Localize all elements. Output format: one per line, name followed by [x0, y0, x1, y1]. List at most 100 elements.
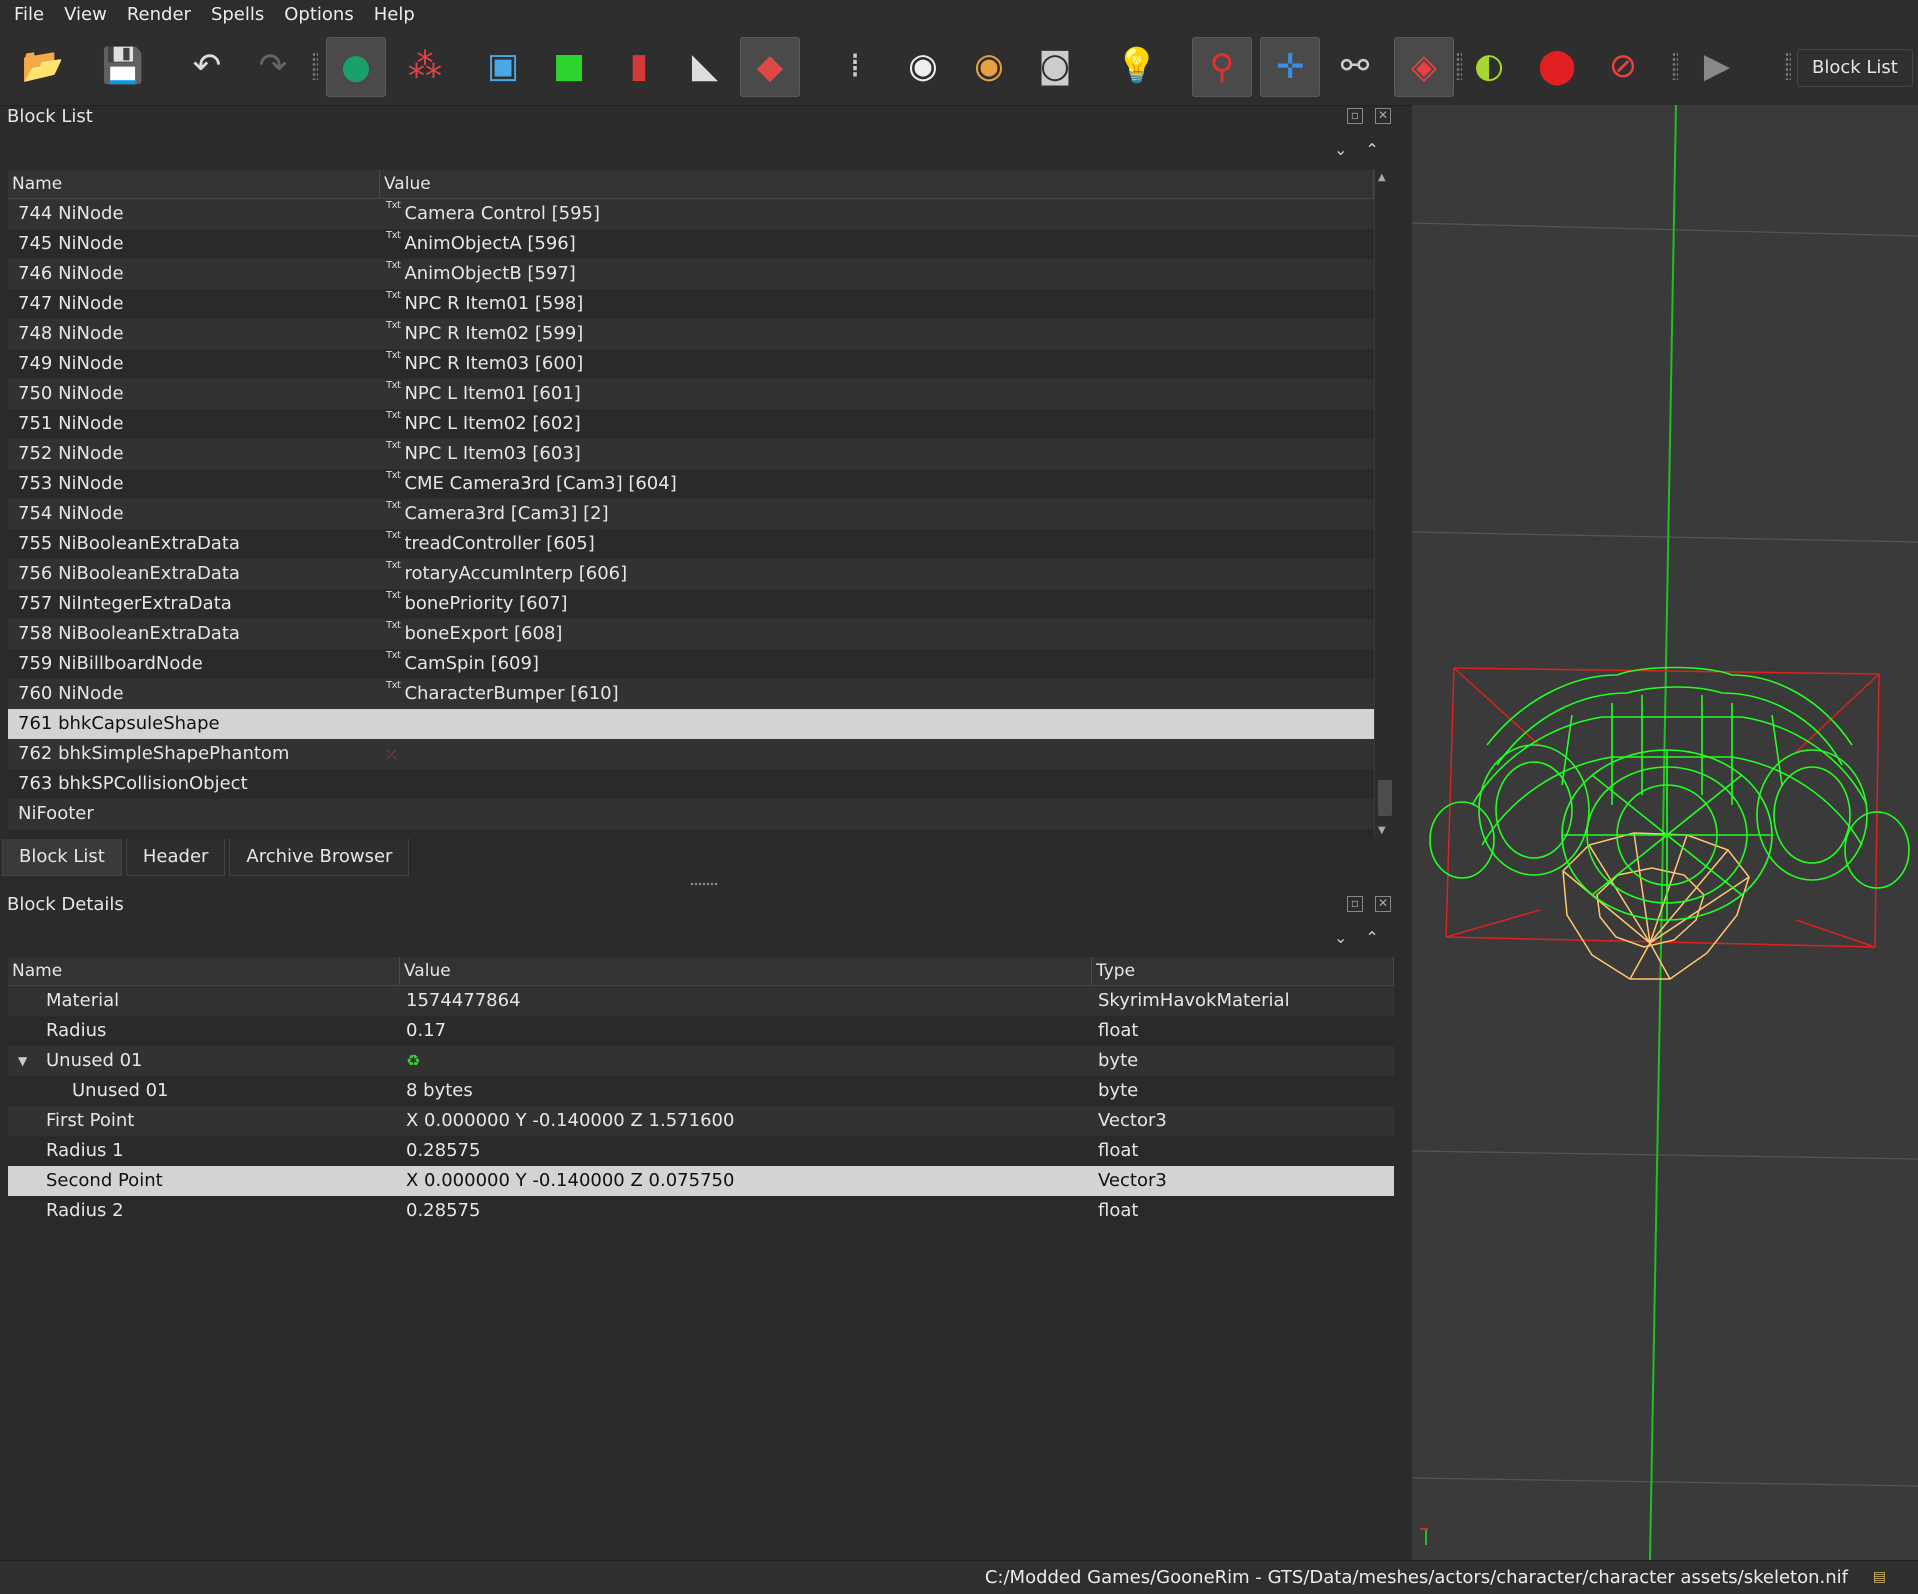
- select-vertex-icon[interactable]: ⁂: [396, 37, 454, 95]
- view-front-icon[interactable]: ■: [540, 37, 598, 95]
- hidden-icon[interactable]: ⊘: [1594, 37, 1652, 95]
- block-list-row[interactable]: NiFooter: [8, 799, 1374, 829]
- lightbulb-icon[interactable]: 💡: [1108, 37, 1166, 95]
- block-list-row[interactable]: 753 NiNode Txt CME Camera3rd [Cam3] [604]: [8, 469, 1374, 499]
- collapse-all-icon[interactable]: ⌃: [1365, 928, 1378, 947]
- screenshot-icon[interactable]: ◙: [1026, 37, 1084, 95]
- block-list-row[interactable]: 755 NiBooleanExtraData Txt treadController…: [8, 529, 1374, 559]
- toolbar-grip[interactable]: [1672, 52, 1678, 80]
- marker-icon[interactable]: ⚲: [1192, 37, 1252, 97]
- menu-view[interactable]: View: [54, 4, 117, 25]
- block-list-row[interactable]: 747 NiNode Txt NPC R Item01 [598]: [8, 289, 1374, 319]
- block-list-row[interactable]: 748 NiNode Txt NPC R Item02 [599]: [8, 319, 1374, 349]
- toolbar-grip[interactable]: [1456, 52, 1462, 80]
- close-icon[interactable]: ✕: [1375, 108, 1391, 124]
- block-list-row[interactable]: 763 bhkSPCollisionObject: [8, 769, 1374, 799]
- float-icon[interactable]: ▫: [1347, 896, 1363, 912]
- redo-icon[interactable]: ↷: [244, 37, 302, 95]
- expand-all-icon[interactable]: ⌄: [1334, 928, 1347, 947]
- block-list-row[interactable]: 758 NiBooleanExtraData Txt boneExport [608…: [8, 619, 1374, 649]
- detail-row[interactable]: Material 1574477864 SkyrimHavokMaterial: [8, 986, 1394, 1016]
- block-list-row[interactable]: 759 NiBillboardNode Txt CamSpin [609]: [8, 649, 1374, 679]
- detail-row[interactable]: ▼ Unused 01 ♻ byte: [8, 1046, 1394, 1076]
- detail-value[interactable]: X 0.000000 Y -0.140000 Z 1.571600: [400, 1106, 1092, 1136]
- view-side-icon[interactable]: ▮: [610, 37, 668, 95]
- pin-icon[interactable]: ⬤: [1528, 37, 1586, 95]
- refresh-icon[interactable]: ♻: [406, 1051, 420, 1070]
- column-type[interactable]: Type: [1092, 957, 1394, 985]
- footprints-icon[interactable]: ⁞: [826, 37, 884, 95]
- block-list-row[interactable]: 745 NiNode Txt AnimObjectA [596]: [8, 229, 1374, 259]
- menu-file[interactable]: File: [0, 4, 54, 25]
- play-icon[interactable]: ▶: [1688, 37, 1746, 95]
- expand-arrow-icon[interactable]: ▼: [18, 1046, 27, 1076]
- close-icon[interactable]: ✕: [1375, 896, 1391, 912]
- detail-value[interactable]: 1574477864: [400, 986, 1092, 1016]
- tab-header[interactable]: Header: [125, 839, 226, 876]
- column-value[interactable]: Value: [380, 170, 1374, 198]
- block-list-row[interactable]: 762 bhkSimpleShapePhantom ⤫: [8, 739, 1374, 769]
- float-icon[interactable]: ▫: [1347, 108, 1363, 124]
- undo-icon[interactable]: ↶: [178, 37, 236, 95]
- block-list-row[interactable]: 744 NiNode Txt Camera Control [595]: [8, 199, 1374, 229]
- column-name[interactable]: Name: [8, 957, 400, 985]
- save-icon[interactable]: 💾: [94, 37, 152, 95]
- toolbar-grip[interactable]: [312, 52, 318, 80]
- detail-row[interactable]: Radius 0.17 float: [8, 1016, 1394, 1046]
- block-list-row[interactable]: 756 NiBooleanExtraData Txt rotaryAccumInte…: [8, 559, 1374, 589]
- archive-icon[interactable]: ▤: [1873, 1569, 1886, 1585]
- block-list-row[interactable]: 752 NiNode Txt NPC L Item03 [603]: [8, 439, 1374, 469]
- collapse-all-icon[interactable]: ⌃: [1365, 140, 1378, 159]
- tab-archive-browser[interactable]: Archive Browser: [229, 839, 410, 876]
- scroll-thumb[interactable]: [1378, 780, 1392, 816]
- select-object-icon[interactable]: ●: [326, 37, 386, 97]
- eye-edit-icon[interactable]: ◉: [960, 37, 1018, 95]
- block-value-text: boneExport [608]: [404, 623, 563, 644]
- block-list-scrollbar[interactable]: ▲ ▼: [1374, 170, 1395, 838]
- detail-row[interactable]: First Point X 0.000000 Y -0.140000 Z 1.57…: [8, 1106, 1394, 1136]
- detail-value[interactable]: ♻: [400, 1046, 1092, 1076]
- menu-help[interactable]: Help: [364, 4, 425, 25]
- axes-icon[interactable]: ✛: [1260, 37, 1320, 97]
- load-icon[interactable]: 📂: [14, 37, 72, 95]
- detail-row[interactable]: Unused 01 8 bytes byte: [8, 1076, 1394, 1106]
- scroll-up-icon[interactable]: ▲: [1378, 172, 1386, 183]
- view-user-icon[interactable]: ◆: [740, 37, 800, 97]
- scroll-down-icon[interactable]: ▼: [1378, 825, 1386, 836]
- column-name[interactable]: Name: [8, 170, 380, 198]
- block-list-row[interactable]: 757 NiIntegerExtraData Txt bonePriority [6…: [8, 589, 1374, 619]
- render-viewport[interactable]: [1412, 105, 1918, 1560]
- menu-options[interactable]: Options: [274, 4, 363, 25]
- expand-all-icon[interactable]: ⌄: [1334, 140, 1347, 159]
- detail-row[interactable]: Second Point X 0.000000 Y -0.140000 Z 0.0…: [8, 1166, 1394, 1196]
- splitter-handle[interactable]: [690, 882, 718, 886]
- menu-spells[interactable]: Spells: [201, 4, 274, 25]
- view-walk-icon[interactable]: ◣: [676, 37, 734, 95]
- block-list-row[interactable]: 749 NiNode Txt NPC R Item03 [600]: [8, 349, 1374, 379]
- block-list-row[interactable]: 746 NiNode Txt AnimObjectB [597]: [8, 259, 1374, 289]
- detail-value[interactable]: 0.17: [400, 1016, 1092, 1046]
- block-list-row[interactable]: 751 NiNode Txt NPC L Item02 [602]: [8, 409, 1374, 439]
- detail-value[interactable]: 8 bytes: [400, 1076, 1092, 1106]
- toolbar-grip[interactable]: [1785, 52, 1791, 80]
- detail-type: float: [1098, 1140, 1139, 1161]
- eye-icon[interactable]: ◉: [894, 37, 952, 95]
- detail-row[interactable]: Radius 2 0.28575 float: [8, 1196, 1394, 1226]
- detail-value[interactable]: 0.28575: [400, 1196, 1092, 1226]
- detail-value[interactable]: X 0.000000 Y -0.140000 Z 0.075750: [400, 1166, 1092, 1196]
- block-list-row[interactable]: 761 bhkCapsuleShape: [8, 709, 1374, 739]
- block-list-row[interactable]: 754 NiNode Txt Camera3rd [Cam3] [2]: [8, 499, 1374, 529]
- block-list-row[interactable]: 750 NiNode Txt NPC L Item01 [601]: [8, 379, 1374, 409]
- nodes-icon[interactable]: ⚯: [1326, 37, 1384, 95]
- tab-block-list[interactable]: Block List: [2, 839, 122, 876]
- detail-value-text: 1574477864: [406, 990, 521, 1011]
- block-list-row[interactable]: 760 NiNode Txt CharacterBumper [610]: [8, 679, 1374, 709]
- block-list-toggle-button[interactable]: Block List: [1797, 49, 1913, 87]
- column-value[interactable]: Value: [400, 957, 1092, 985]
- detail-row[interactable]: Radius 1 0.28575 float: [8, 1136, 1394, 1166]
- view-top-icon[interactable]: ▣: [474, 37, 532, 95]
- detail-value[interactable]: 0.28575: [400, 1136, 1092, 1166]
- havok-icon[interactable]: ◈: [1394, 37, 1454, 97]
- constraints-icon[interactable]: ◐: [1460, 37, 1518, 95]
- menu-render[interactable]: Render: [117, 4, 201, 25]
